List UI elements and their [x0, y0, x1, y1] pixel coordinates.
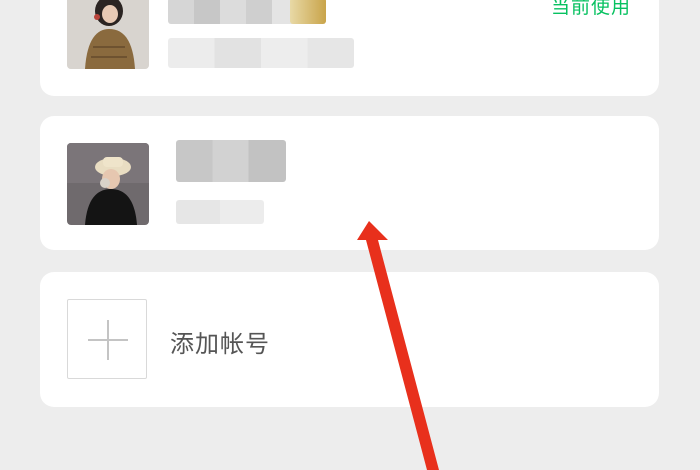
account-avatar [67, 143, 149, 225]
badge-masked [290, 0, 326, 24]
account-id-masked [176, 200, 264, 224]
account-id-masked [168, 38, 354, 68]
add-account-button[interactable]: 添加帐号 [40, 272, 659, 407]
current-account-label: 当前使用 [550, 0, 631, 18]
account-card[interactable] [40, 116, 659, 250]
account-card-current[interactable]: 当前使用 [40, 0, 659, 96]
account-avatar [67, 0, 149, 69]
plus-icon [67, 299, 147, 379]
nickname-masked [168, 0, 298, 24]
nickname-masked [176, 140, 286, 182]
add-account-label: 添加帐号 [170, 330, 270, 358]
